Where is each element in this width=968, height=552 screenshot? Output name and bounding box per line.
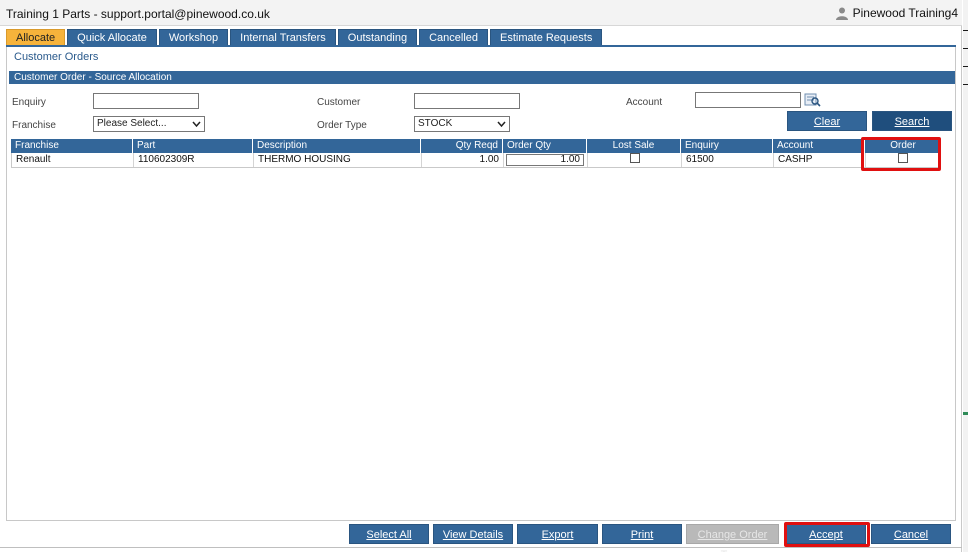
enquiry-label: Enquiry [12,97,46,108]
change-order-type-button[interactable]: Change Order Type [686,524,779,552]
cell-qty-reqd: 1.00 [422,153,504,167]
breadcrumb[interactable]: Customer Orders [14,51,98,63]
tab-quick-allocate[interactable]: Quick Allocate [67,29,157,46]
tab-internal-transfers[interactable]: Internal Transfers [230,29,336,46]
view-details-button[interactable]: View Details [433,524,513,544]
order-qty-input[interactable]: 1.00 [506,154,584,166]
column-header-qty-reqd[interactable]: Qty Reqd [421,139,503,153]
column-header-description[interactable]: Description [253,139,421,153]
app-window: Training 1 Parts - support.portal@pinewo… [0,0,962,552]
account-lookup-icon[interactable] [804,92,821,107]
column-header-enquiry[interactable]: Enquiry [681,139,773,153]
grid-header: Franchise Part Description Qty Reqd Orde… [11,139,941,153]
order-type-select[interactable]: STOCK [414,116,510,132]
user-icon [835,7,848,20]
chevron-down-icon [497,121,506,128]
franchise-select-value: Please Select... [97,118,167,129]
tab-bar: Allocate Quick Allocate Workshop Interna… [6,29,604,46]
cell-enquiry: 61500 [682,153,774,167]
order-type-label: Order Type [317,120,367,131]
user-name: Pinewood Training4 [852,6,958,20]
chevron-down-icon [192,121,201,128]
cell-part: 110602309R [134,153,254,167]
lost-sale-checkbox[interactable] [629,153,640,164]
customer-label: Customer [317,97,361,108]
tab-cancelled[interactable]: Cancelled [419,29,489,46]
order-column-highlight [861,137,941,171]
column-header-order-qty[interactable]: Order Qty [503,139,587,153]
window-title: Training 1 Parts - support.portal@pinewo… [6,7,270,21]
background-window-edge [963,0,968,552]
account-label: Account [626,97,663,108]
column-header-part[interactable]: Part [133,139,253,153]
export-button[interactable]: Export [517,524,598,544]
account-input[interactable] [695,92,801,108]
user-menu[interactable]: Pinewood Training4 [835,6,958,20]
allocation-grid: Franchise Part Description Qty Reqd Orde… [11,139,941,168]
select-all-button[interactable]: Select All [349,524,429,544]
tab-workshop[interactable]: Workshop [158,29,229,46]
cell-franchise: Renault [12,153,134,167]
window-bottom-edge [0,547,962,548]
franchise-select[interactable]: Please Select... [93,116,205,132]
cell-description: THERMO HOUSING [254,153,422,167]
customer-input[interactable] [414,93,520,109]
cell-account: CASHP [774,153,866,167]
column-header-account[interactable]: Account [773,139,865,153]
franchise-label: Franchise [12,120,56,131]
cancel-button[interactable]: Cancel [871,524,951,544]
search-button[interactable]: Search [872,111,952,131]
allocate-panel: Customer Orders Customer Order - Source … [6,47,956,521]
accept-button-highlight [784,522,870,547]
cell-order-qty: 1.00 [504,153,588,167]
enquiry-input[interactable] [93,93,199,109]
title-bar: Training 1 Parts - support.portal@pinewo… [0,0,962,26]
tab-estimate-requests[interactable]: Estimate Requests [490,29,603,46]
column-header-franchise[interactable]: Franchise [11,139,133,153]
column-header-lost-sale[interactable]: Lost Sale [587,139,681,153]
tab-allocate[interactable]: Allocate [6,29,66,46]
print-button[interactable]: Print [602,524,682,544]
order-type-select-value: STOCK [418,118,453,129]
cell-lost-sale [588,153,682,167]
tab-outstanding[interactable]: Outstanding [337,29,418,46]
section-header: Customer Order - Source Allocation [9,71,955,84]
table-row[interactable]: Renault 110602309R THERMO HOUSING 1.00 1… [11,153,941,168]
clear-button[interactable]: Clear [787,111,867,131]
